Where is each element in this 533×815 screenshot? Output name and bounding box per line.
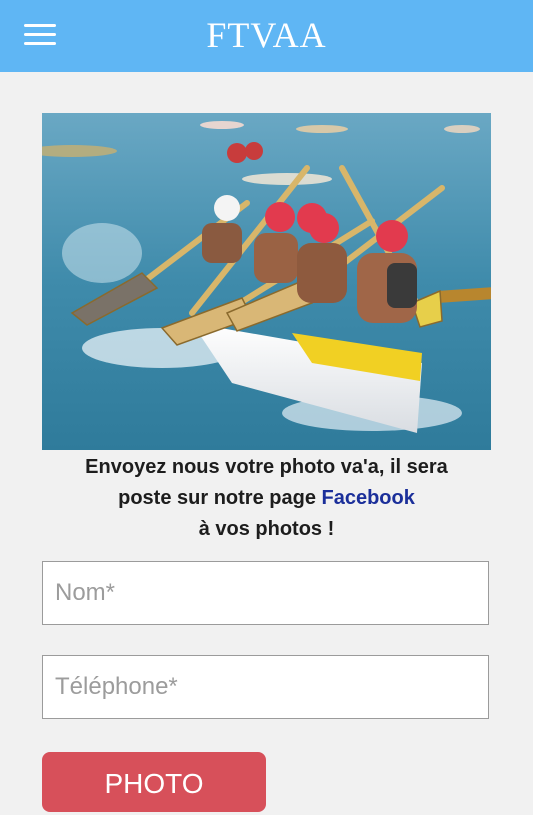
intro-text: Envoyez nous votre photo va'a, il sera p… bbox=[20, 452, 513, 545]
va-a-canoe-photo bbox=[42, 113, 491, 450]
top-app-bar: FTVAA bbox=[0, 0, 533, 72]
photo-button[interactable]: PHOTO bbox=[42, 752, 266, 812]
facebook-link[interactable]: Facebook bbox=[322, 487, 415, 509]
intro-line-2-text: poste sur notre page bbox=[118, 487, 322, 509]
app-title: FTVAA bbox=[206, 15, 327, 55]
name-input[interactable] bbox=[42, 561, 489, 625]
intro-line-2: poste sur notre page Facebook bbox=[20, 483, 513, 514]
phone-input[interactable] bbox=[42, 655, 489, 719]
intro-line-1: Envoyez nous votre photo va'a, il sera bbox=[85, 456, 448, 478]
intro-line-3: à vos photos ! bbox=[198, 518, 335, 540]
